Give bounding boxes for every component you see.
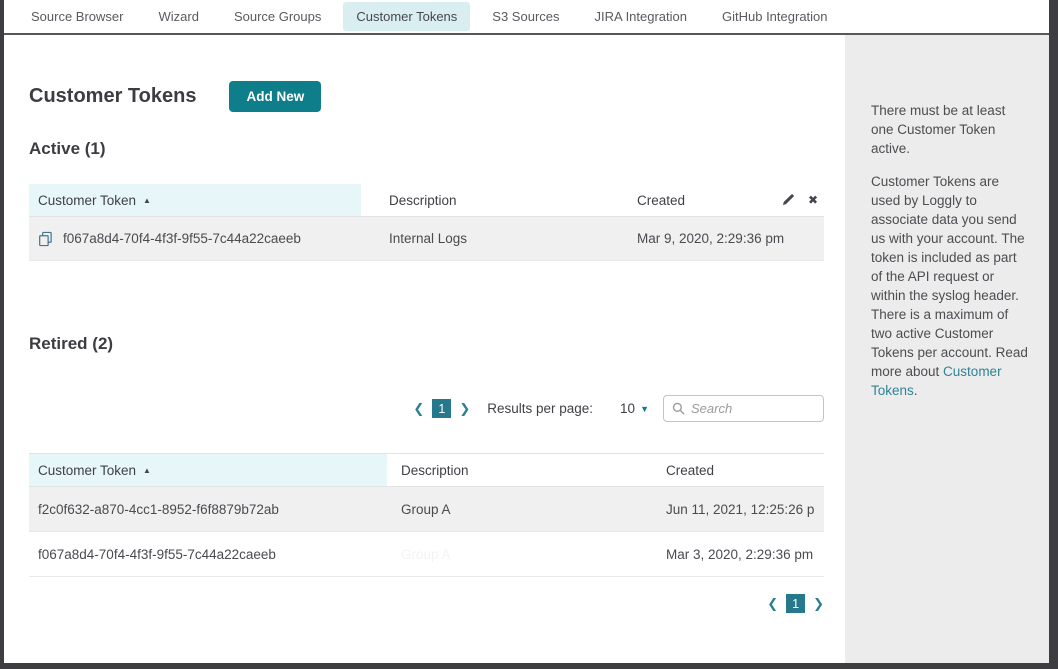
token-description: Internal Logs (361, 231, 637, 246)
retired-table-header: Customer Token ▲ Description Created (29, 454, 824, 487)
settings-tab-bar: Source Browser Wizard Source Groups Cust… (4, 0, 1049, 35)
sort-asc-icon: ▲ (143, 196, 151, 205)
column-header-created[interactable]: Created (666, 454, 824, 486)
column-header-description[interactable]: Description (361, 184, 637, 216)
token-description-ghost: Group A (387, 547, 666, 562)
results-per-page-value: 10 (620, 401, 635, 416)
retired-section-heading: Retired (2) (29, 334, 845, 354)
token-created: Mar 9, 2020, 2:29:36 pm (637, 231, 824, 246)
tab-github-integration[interactable]: GitHub Integration (709, 2, 841, 31)
table-row[interactable]: f067a8d4-70f4-4f3f-9f55-7c44a22caeeb Gro… (29, 532, 824, 577)
chevron-left-icon[interactable]: ❮ (413, 402, 424, 415)
chevron-right-icon[interactable]: ❯ (813, 597, 824, 610)
retired-table-toolbar: ❮ 1 ❯ Results per page: 10 ▼ (29, 395, 824, 422)
active-section-heading: Active (1) (29, 139, 845, 159)
tab-wizard[interactable]: Wizard (145, 2, 211, 31)
page-title: Customer Tokens (29, 85, 196, 108)
tab-jira-integration[interactable]: JIRA Integration (582, 2, 701, 31)
main-content: Customer Tokens Add New Active (1) Custo… (4, 35, 845, 663)
copy-icon[interactable] (38, 231, 53, 247)
column-header-label: Created (637, 193, 685, 208)
column-header-description[interactable]: Description (387, 454, 666, 486)
app-window: Source Browser Wizard Source Groups Cust… (4, 0, 1049, 663)
token-created: Jun 11, 2021, 12:25:26 p (666, 502, 824, 517)
sort-asc-icon: ▲ (143, 466, 151, 475)
tab-customer-tokens[interactable]: Customer Tokens (343, 2, 470, 31)
help-paragraph: Customer Tokens are used by Loggly to as… (871, 172, 1031, 400)
column-header-customer-token[interactable]: Customer Token ▲ (29, 184, 361, 216)
column-header-created[interactable]: Created ✖ (637, 184, 824, 216)
tab-source-groups[interactable]: Source Groups (221, 2, 334, 31)
token-description: Group A (387, 502, 666, 517)
edit-pencil-icon[interactable] (781, 193, 795, 207)
help-text: Customer Tokens are used by Loggly to as… (871, 174, 1028, 379)
column-header-label: Customer Token (38, 463, 136, 478)
active-tokens-table: Customer Token ▲ Description Created ✖ (29, 184, 824, 261)
chevron-left-icon[interactable]: ❮ (767, 597, 778, 610)
help-sidebar: There must be at least one Customer Toke… (845, 35, 1049, 663)
tab-s3-sources[interactable]: S3 Sources (479, 2, 572, 31)
token-value: f2c0f632-a870-4cc1-8952-f6f8879b72ab (29, 502, 387, 517)
results-per-page-dropdown[interactable]: 10 ▼ (620, 401, 649, 416)
tab-source-browser[interactable]: Source Browser (18, 2, 136, 31)
token-value: f067a8d4-70f4-4f3f-9f55-7c44a22caeeb (63, 231, 301, 246)
column-header-customer-token[interactable]: Customer Token ▲ (29, 454, 387, 486)
pagination-top: ❮ 1 ❯ (413, 399, 470, 418)
help-text: . (914, 383, 918, 398)
table-row[interactable]: f067a8d4-70f4-4f3f-9f55-7c44a22caeeb Int… (29, 217, 824, 261)
help-paragraph: There must be at least one Customer Toke… (871, 101, 1031, 158)
page-number-button[interactable]: 1 (432, 399, 451, 418)
column-header-label: Customer Token (38, 193, 136, 208)
search-input[interactable] (691, 401, 815, 416)
close-icon[interactable]: ✖ (808, 193, 818, 207)
page-number-button[interactable]: 1 (786, 594, 805, 613)
retired-tokens-table: Customer Token ▲ Description Created f2c… (29, 453, 824, 577)
token-value: f067a8d4-70f4-4f3f-9f55-7c44a22caeeb (29, 547, 387, 562)
token-created: Mar 3, 2020, 2:29:36 pm (666, 547, 824, 562)
search-box (663, 395, 824, 422)
search-icon (672, 402, 685, 415)
caret-down-icon: ▼ (640, 404, 649, 414)
table-row[interactable]: f2c0f632-a870-4cc1-8952-f6f8879b72ab Gro… (29, 487, 824, 532)
active-table-header: Customer Token ▲ Description Created ✖ (29, 184, 824, 217)
pagination-bottom: ❮ 1 ❯ (29, 594, 824, 613)
results-per-page-label: Results per page: (487, 401, 593, 416)
chevron-right-icon[interactable]: ❯ (459, 402, 470, 415)
add-new-button[interactable]: Add New (229, 81, 321, 112)
